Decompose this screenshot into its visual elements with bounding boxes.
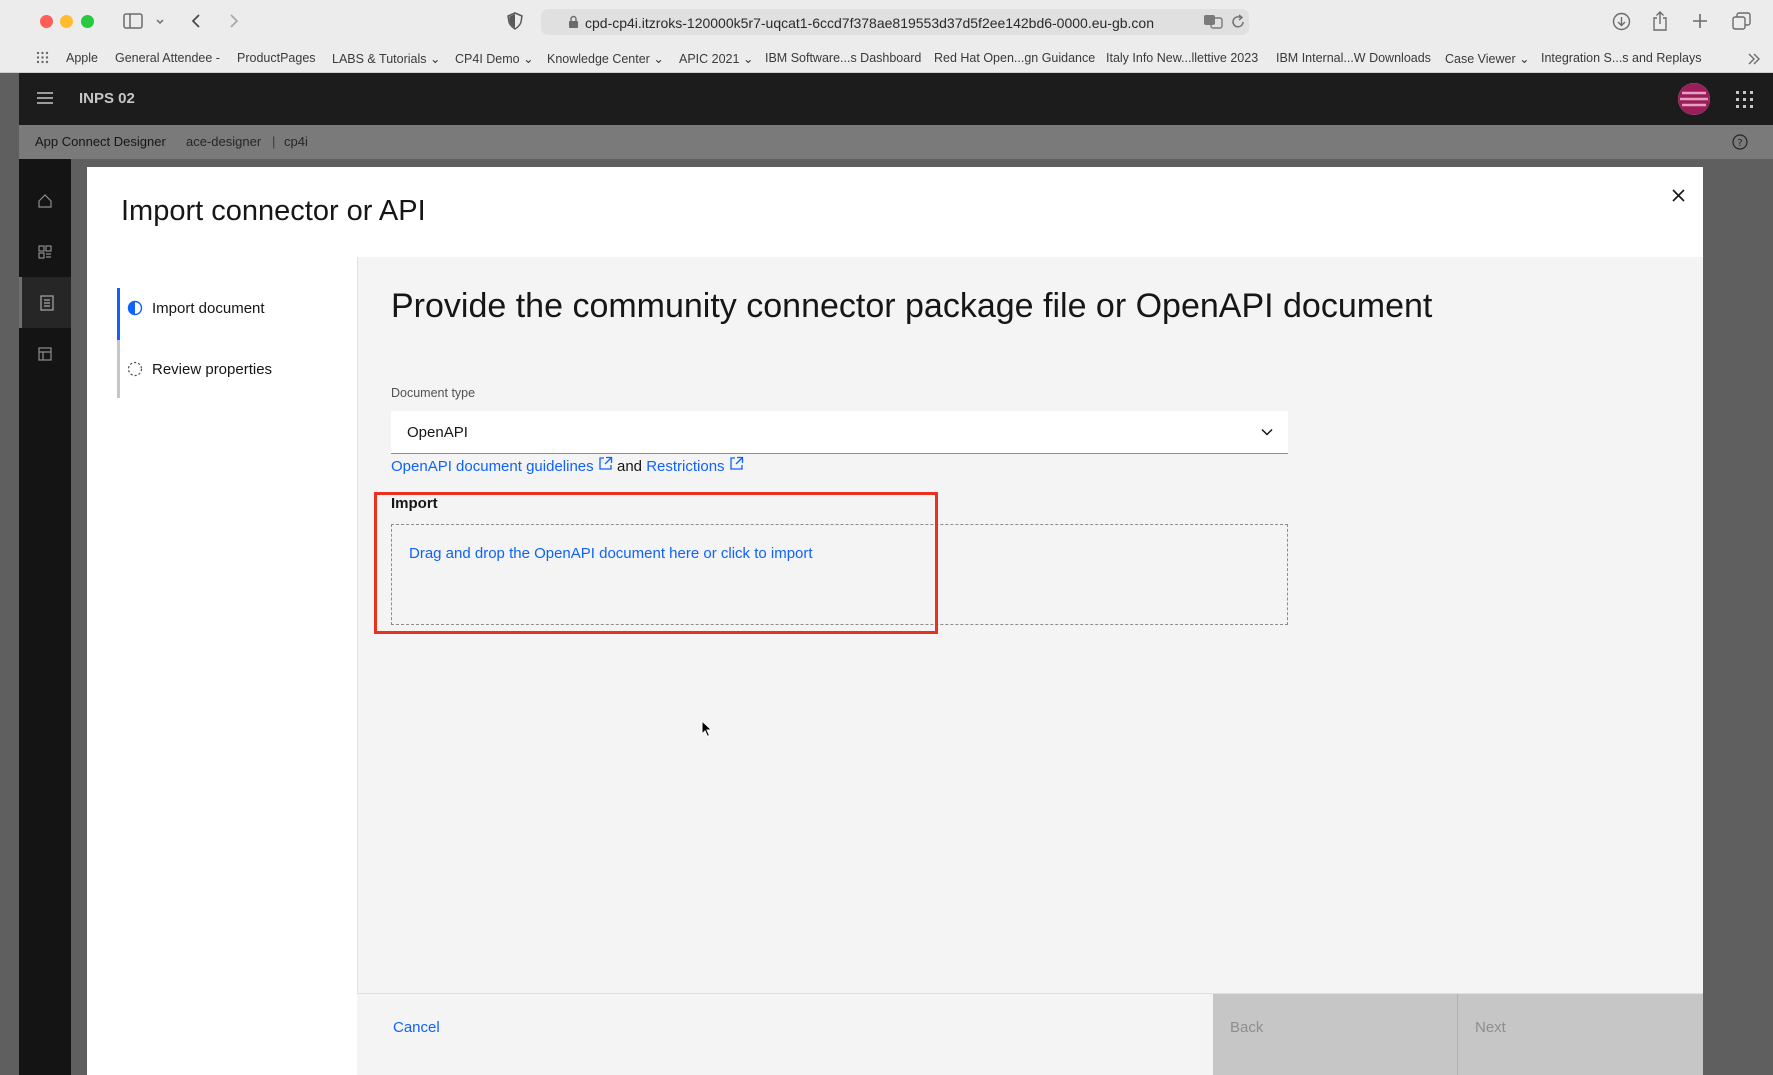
app-header: INPS 02 — [19, 73, 1773, 125]
chevron-down-icon[interactable] — [155, 14, 165, 30]
avatar[interactable] — [1678, 83, 1710, 115]
guidelines-link[interactable]: OpenAPI document guidelines — [391, 458, 594, 475]
bookmark-item[interactable]: Apple — [66, 51, 98, 65]
modal-header: Import connector or API — [87, 167, 1703, 257]
bookmark-folder-label: APIC 2021 — [679, 52, 740, 66]
dropzone-text: Drag and drop the OpenAPI document here … — [409, 545, 813, 562]
step-current-icon — [127, 300, 143, 321]
close-button[interactable] — [1663, 183, 1693, 213]
bookmark-folder[interactable]: Case Viewer ⌄ — [1445, 51, 1530, 66]
dashboard-icon[interactable] — [19, 328, 71, 379]
file-dropzone[interactable]: Drag and drop the OpenAPI document here … — [391, 524, 1288, 625]
import-modal: Import connector or API Import document … — [87, 167, 1703, 1075]
next-button[interactable]: Next — [1458, 994, 1703, 1075]
more-bookmarks-icon[interactable] — [1747, 52, 1761, 68]
breadcrumb: App Connect Designer ace-designer | cp4i… — [19, 125, 1773, 159]
bookmark-item[interactable]: IBM Internal...W Downloads — [1276, 51, 1431, 65]
svg-text:?: ? — [1737, 138, 1742, 149]
reload-icon[interactable] — [1231, 14, 1245, 32]
next-label: Next — [1475, 1019, 1506, 1036]
close-window-button[interactable] — [40, 15, 53, 28]
step-import-document[interactable]: Import document — [117, 288, 337, 340]
progress-steps: Import document Review properties — [87, 257, 357, 1075]
share-icon[interactable] — [1652, 11, 1668, 34]
new-tab-icon[interactable] — [1692, 13, 1708, 32]
content-panel: Provide the community connector package … — [357, 257, 1703, 1075]
downloads-icon[interactable] — [1612, 12, 1631, 34]
back-nav-icon[interactable] — [190, 13, 202, 32]
step-label: Review properties — [152, 361, 273, 378]
browser-toolbar: cpd-cp4i.itzroks-120000k5r7-uqcat1-6ccd7… — [0, 0, 1773, 43]
cancel-button[interactable]: Cancel — [357, 994, 1213, 1075]
app-title: INPS 02 — [79, 90, 135, 107]
tab-overview-icon[interactable] — [1732, 12, 1751, 33]
breadcrumb-instance[interactable]: ace-designer — [186, 134, 261, 149]
minimize-window-button[interactable] — [60, 15, 73, 28]
translate-icon[interactable] — [1203, 13, 1223, 33]
bookmark-folder-label: LABS & Tutorials — [332, 52, 427, 66]
shield-icon[interactable] — [507, 12, 523, 33]
help-icon[interactable]: ? — [1732, 134, 1748, 155]
breadcrumb-app[interactable]: App Connect Designer — [35, 134, 166, 149]
document-type-select[interactable]: OpenAPI — [391, 411, 1288, 454]
bookmark-folder-label: Knowledge Center — [547, 52, 650, 66]
bookmark-item[interactable]: General Attendee - — [115, 51, 220, 65]
bookmark-folder-label: CP4I Demo — [455, 52, 520, 66]
hamburger-menu-icon[interactable] — [36, 91, 54, 110]
catalog-icon[interactable] — [19, 226, 71, 277]
document-type-label: Document type — [391, 386, 476, 400]
left-rail — [19, 159, 71, 1075]
address-bar[interactable]: cpd-cp4i.itzroks-120000k5r7-uqcat1-6ccd7… — [541, 9, 1249, 35]
document-icon[interactable] — [19, 277, 71, 328]
modal-title: Import connector or API — [121, 195, 426, 227]
bookmark-item[interactable]: IBM Software...s Dashboard — [765, 51, 921, 65]
breadcrumb-namespace[interactable]: cp4i — [284, 134, 308, 149]
apps-grid-icon[interactable] — [36, 51, 49, 67]
back-button[interactable]: Back — [1213, 994, 1458, 1075]
url-text: cpd-cp4i.itzroks-120000k5r7-uqcat1-6ccd7… — [585, 15, 1154, 31]
back-label: Back — [1230, 1019, 1264, 1036]
bookmark-folder[interactable]: LABS & Tutorials ⌄ — [332, 51, 440, 66]
bookmark-folder-label: Case Viewer — [1445, 52, 1516, 66]
bookmarks-bar: Apple General Attendee - ProductPages LA… — [0, 43, 1773, 73]
bookmark-folder[interactable]: CP4I Demo ⌄ — [455, 51, 534, 66]
import-label: Import — [391, 495, 438, 512]
links-conjunction: and — [616, 458, 643, 475]
bookmark-item[interactable]: ProductPages — [237, 51, 316, 65]
document-type-value: OpenAPI — [407, 424, 468, 441]
lock-icon — [568, 15, 579, 32]
step-label: Import document — [152, 300, 265, 317]
close-icon — [1671, 189, 1685, 207]
links-row: OpenAPI document guidelines and Restrict… — [391, 456, 744, 475]
bookmark-item[interactable]: Red Hat Open...gn Guidance — [934, 51, 1095, 65]
cancel-label: Cancel — [393, 1019, 440, 1036]
external-link-icon — [729, 456, 744, 475]
bookmark-folder[interactable]: APIC 2021 ⌄ — [679, 51, 753, 66]
app-switcher-icon[interactable] — [1736, 91, 1753, 113]
modal-footer: Cancel Back Next — [357, 993, 1703, 1075]
sidebar-toggle-icon[interactable] — [123, 13, 143, 32]
external-link-icon — [598, 456, 613, 475]
home-icon[interactable] — [19, 175, 71, 226]
bookmark-item[interactable]: Integration S...s and Replays — [1541, 51, 1702, 65]
content-title: Provide the community connector package … — [391, 287, 1433, 325]
mouse-cursor-icon — [701, 719, 713, 743]
breadcrumb-separator: | — [272, 134, 276, 149]
bookmark-item[interactable]: Italy Info New...llettive 2023 — [1106, 51, 1258, 65]
step-incomplete-icon — [127, 361, 143, 382]
step-review-properties[interactable]: Review properties — [117, 349, 337, 401]
restrictions-link[interactable]: Restrictions — [646, 458, 724, 475]
forward-nav-icon[interactable] — [228, 13, 240, 32]
bookmark-folder[interactable]: Knowledge Center ⌄ — [547, 51, 664, 66]
maximize-window-button[interactable] — [81, 15, 94, 28]
chevron-down-icon — [1260, 425, 1274, 444]
